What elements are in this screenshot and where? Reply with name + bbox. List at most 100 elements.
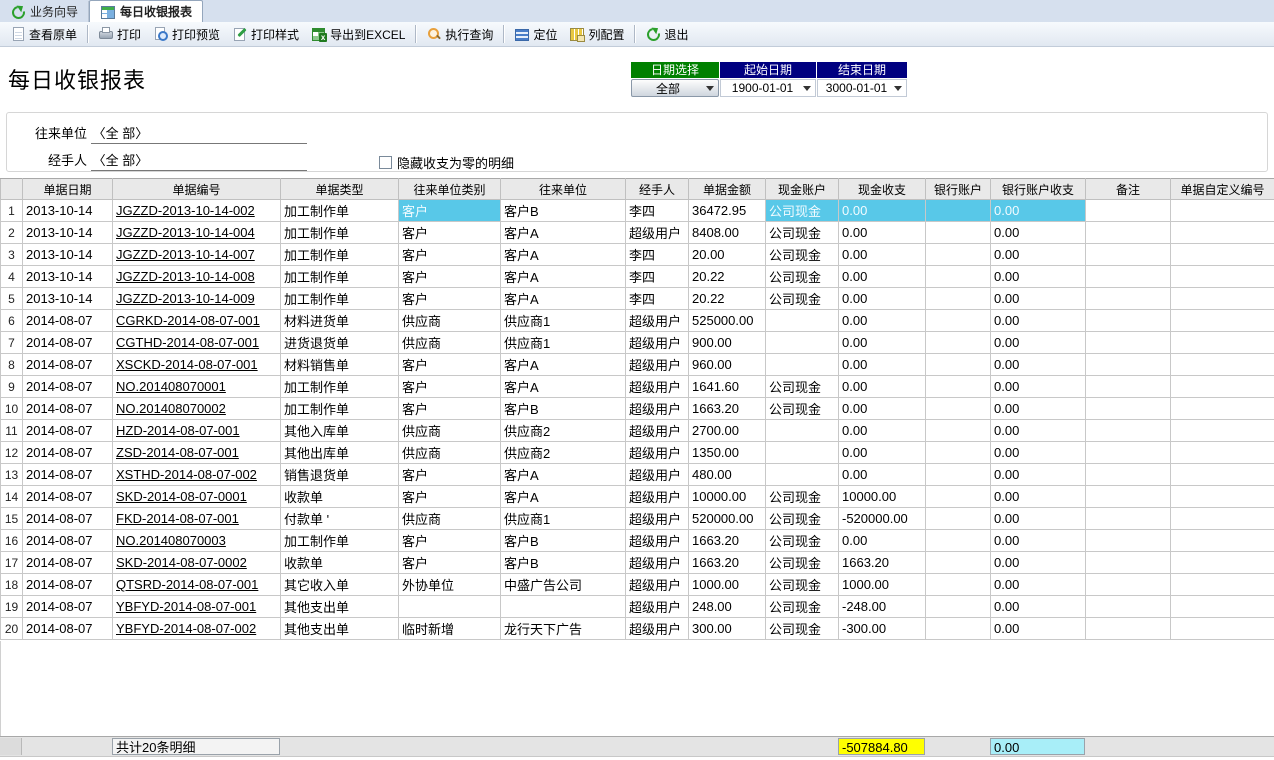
cell-bank-account[interactable] <box>926 244 991 266</box>
cell-doc-amount[interactable]: 480.00 <box>689 464 766 486</box>
cell-handler[interactable]: 超级用户 <box>626 552 689 574</box>
start-date-combobox[interactable]: 1900-01-01 <box>720 79 816 97</box>
cell-cash-flow[interactable]: 0.00 <box>839 376 926 398</box>
cell-partner-category[interactable]: 客户 <box>399 552 501 574</box>
cell-doc-amount[interactable]: 1350.00 <box>689 442 766 464</box>
cell-bank-flow[interactable]: 0.00 <box>991 244 1086 266</box>
cell-handler[interactable]: 超级用户 <box>626 222 689 244</box>
cell-cash-flow[interactable]: 1000.00 <box>839 574 926 596</box>
cell-note[interactable] <box>1086 618 1171 640</box>
cell-cash-account[interactable]: 公司现金 <box>766 486 839 508</box>
cell-partner[interactable]: 客户A <box>501 464 626 486</box>
cell-cash-account[interactable] <box>766 310 839 332</box>
cell-custom-doc-number[interactable] <box>1171 310 1274 332</box>
cell-bank-flow[interactable]: 0.00 <box>991 332 1086 354</box>
cell-partner-category[interactable]: 供应商 <box>399 508 501 530</box>
cell-bank-flow[interactable]: 0.00 <box>991 442 1086 464</box>
cell-bank-account[interactable] <box>926 332 991 354</box>
cell-bank-flow[interactable]: 0.00 <box>991 420 1086 442</box>
cell-handler[interactable]: 李四 <box>626 200 689 222</box>
cell-bank-flow[interactable]: 0.00 <box>991 464 1086 486</box>
cell-doc-type[interactable]: 其他出库单 <box>281 442 399 464</box>
cell-cash-account[interactable] <box>766 442 839 464</box>
cell-doc-date[interactable]: 2014-08-07 <box>23 530 113 552</box>
cell-bank-flow[interactable]: 0.00 <box>991 354 1086 376</box>
cell-doc-amount[interactable]: 1000.00 <box>689 574 766 596</box>
cell-handler[interactable]: 超级用户 <box>626 310 689 332</box>
cell-partner[interactable]: 客户A <box>501 266 626 288</box>
cell-doc-type[interactable]: 进货退货单 <box>281 332 399 354</box>
cell-bank-account[interactable] <box>926 552 991 574</box>
cell-cash-flow[interactable]: -300.00 <box>839 618 926 640</box>
cell-note[interactable] <box>1086 464 1171 486</box>
cell-custom-doc-number[interactable] <box>1171 508 1274 530</box>
cell-doc-number[interactable]: NO.201408070002 <box>113 398 281 420</box>
doc-number-link[interactable]: JGZZD-2013-10-14-007 <box>116 247 255 262</box>
doc-number-link[interactable]: HZD-2014-08-07-001 <box>116 423 240 438</box>
cell-partner[interactable]: 客户A <box>501 486 626 508</box>
toolbar-button-print-preview[interactable]: 打印预览 <box>147 23 226 46</box>
cell-partner[interactable]: 客户B <box>501 398 626 420</box>
cell-doc-number[interactable]: JGZZD-2013-10-14-004 <box>113 222 281 244</box>
cell-cash-account[interactable]: 公司现金 <box>766 596 839 618</box>
cell-doc-type[interactable]: 材料进货单 <box>281 310 399 332</box>
cell-cash-flow[interactable]: 0.00 <box>839 398 926 420</box>
end-date-combobox[interactable]: 3000-01-01 <box>817 79 907 97</box>
cell-cash-account[interactable]: 公司现金 <box>766 530 839 552</box>
cell-cash-flow[interactable]: 0.00 <box>839 310 926 332</box>
cell-handler[interactable]: 超级用户 <box>626 530 689 552</box>
cell-doc-date[interactable]: 2014-08-07 <box>23 310 113 332</box>
cell-doc-type[interactable]: 其它收入单 <box>281 574 399 596</box>
cell-note[interactable] <box>1086 376 1171 398</box>
cell-bank-account[interactable] <box>926 310 991 332</box>
cell-cash-flow[interactable]: 0.00 <box>839 420 926 442</box>
cell-doc-amount[interactable]: 1641.60 <box>689 376 766 398</box>
cell-custom-doc-number[interactable] <box>1171 596 1274 618</box>
column-header-partner-category[interactable]: 往来单位类别 <box>399 179 501 200</box>
cell-custom-doc-number[interactable] <box>1171 200 1274 222</box>
cell-doc-date[interactable]: 2014-08-07 <box>23 376 113 398</box>
cell-partner-category[interactable]: 客户 <box>399 376 501 398</box>
cell-cash-account[interactable] <box>766 354 839 376</box>
cell-doc-date[interactable]: 2013-10-14 <box>23 266 113 288</box>
doc-number-link[interactable]: JGZZD-2013-10-14-002 <box>116 203 255 218</box>
cell-partner-category[interactable]: 客户 <box>399 244 501 266</box>
cell-note[interactable] <box>1086 596 1171 618</box>
cell-handler[interactable]: 超级用户 <box>626 596 689 618</box>
cell-note[interactable] <box>1086 508 1171 530</box>
cell-handler[interactable]: 超级用户 <box>626 618 689 640</box>
toolbar-button-column-config[interactable]: 列配置 <box>563 23 630 46</box>
cell-bank-account[interactable] <box>926 266 991 288</box>
cell-doc-amount[interactable]: 1663.20 <box>689 530 766 552</box>
cell-doc-number[interactable]: JGZZD-2013-10-14-007 <box>113 244 281 266</box>
cell-doc-date[interactable]: 2014-08-07 <box>23 486 113 508</box>
cell-doc-number[interactable]: NO.201408070001 <box>113 376 281 398</box>
cell-cash-flow[interactable]: 0.00 <box>839 530 926 552</box>
cell-doc-type[interactable]: 其他支出单 <box>281 618 399 640</box>
cell-handler[interactable]: 超级用户 <box>626 376 689 398</box>
cell-note[interactable] <box>1086 244 1171 266</box>
doc-number-link[interactable]: XSCKD-2014-08-07-001 <box>116 357 258 372</box>
cell-partner-category[interactable]: 客户 <box>399 486 501 508</box>
cell-cash-flow[interactable]: 0.00 <box>839 200 926 222</box>
cell-bank-account[interactable] <box>926 530 991 552</box>
cell-doc-number[interactable]: JGZZD-2013-10-14-008 <box>113 266 281 288</box>
cell-doc-date[interactable]: 2014-08-07 <box>23 574 113 596</box>
cell-bank-account[interactable] <box>926 354 991 376</box>
cell-handler[interactable]: 超级用户 <box>626 398 689 420</box>
cell-doc-type[interactable]: 加工制作单 <box>281 222 399 244</box>
cell-bank-account[interactable] <box>926 574 991 596</box>
cell-cash-flow[interactable]: 10000.00 <box>839 486 926 508</box>
cell-bank-account[interactable] <box>926 222 991 244</box>
cell-doc-date[interactable]: 2014-08-07 <box>23 442 113 464</box>
cell-doc-number[interactable]: CGTHD-2014-08-07-001 <box>113 332 281 354</box>
cell-bank-account[interactable] <box>926 398 991 420</box>
cell-doc-number[interactable]: FKD-2014-08-07-001 <box>113 508 281 530</box>
cell-cash-flow[interactable]: -520000.00 <box>839 508 926 530</box>
cell-doc-type[interactable]: 收款单 <box>281 486 399 508</box>
cell-bank-account[interactable] <box>926 508 991 530</box>
doc-number-link[interactable]: ZSD-2014-08-07-001 <box>116 445 239 460</box>
cell-custom-doc-number[interactable] <box>1171 618 1274 640</box>
cell-cash-account[interactable]: 公司现金 <box>766 574 839 596</box>
cell-handler[interactable]: 超级用户 <box>626 420 689 442</box>
